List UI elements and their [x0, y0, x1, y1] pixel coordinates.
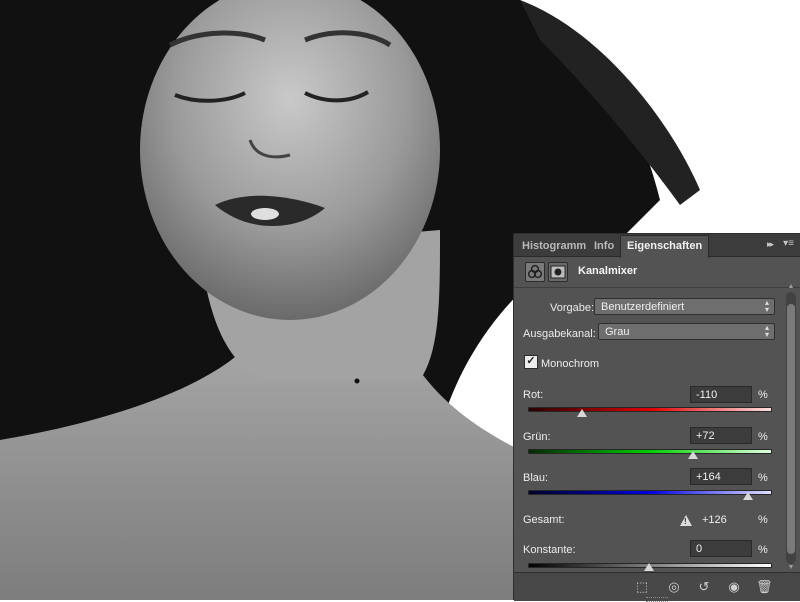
channel-mixer-icon[interactable]	[525, 262, 545, 282]
red-label: Rot:	[523, 389, 544, 401]
reset-icon[interactable]: ↺	[696, 579, 712, 595]
output-channel-select[interactable]: Grau ▴ ▾	[598, 323, 775, 340]
monochrome-label: Monochrom	[541, 358, 600, 370]
output-channel-label: Ausgabekanal:	[523, 328, 596, 340]
red-percent-unit: %	[758, 389, 768, 401]
blue-slider-track[interactable]	[528, 490, 772, 495]
green-slider-thumb[interactable]	[687, 451, 698, 459]
total-value: +126	[702, 514, 727, 526]
preset-select[interactable]: Benutzerdefiniert ▴ ▾	[594, 298, 775, 315]
tab-eigenschaften[interactable]: Eigenschaften	[620, 235, 710, 258]
blue-value-input[interactable]: +164	[690, 468, 752, 485]
scrollbar-thumb[interactable]	[787, 304, 795, 554]
blue-percent-unit: %	[758, 472, 768, 484]
warning-mark: !	[684, 517, 687, 526]
visibility-icon[interactable]: ◉	[726, 579, 742, 595]
total-percent-unit: %	[758, 514, 768, 526]
green-label: Grün:	[523, 431, 551, 443]
properties-header: Kanalmixer	[514, 257, 800, 288]
red-slider-track[interactable]	[528, 407, 772, 412]
blue-label: Blau:	[523, 472, 549, 484]
constant-value-input[interactable]: 0	[690, 540, 752, 557]
select-arrows-icon: ▴ ▾	[764, 298, 769, 314]
panel-bottom-bar: ⬚ ◎ ↺ ◉ 🗑	[514, 572, 800, 602]
total-label: Gesamt:	[523, 514, 565, 526]
panel-scrollbar[interactable]	[786, 292, 796, 564]
view-previous-icon[interactable]: ◎	[666, 579, 682, 595]
tab-histogramm[interactable]: Histogramm	[516, 236, 592, 256]
red-slider-thumb[interactable]	[577, 409, 588, 417]
panel-tab-bar: Histogramm Info Eigenschaften ▸▸ ▾≡	[514, 234, 800, 258]
tab-info[interactable]: Info	[588, 236, 620, 256]
clip-to-layer-icon[interactable]: ⬚	[634, 579, 650, 595]
output-channel-value: Grau	[605, 326, 630, 338]
scroll-down-icon[interactable]: ▼	[786, 564, 796, 572]
constant-slider-thumb[interactable]	[644, 563, 654, 571]
panel-menu-icon[interactable]: ▾≡	[783, 238, 794, 249]
delete-icon[interactable]: 🗑	[756, 579, 773, 595]
adjustment-title: Kanalmixer	[578, 265, 638, 277]
green-slider-track[interactable]	[528, 449, 772, 454]
monochrome-checkbox[interactable]: ✓	[524, 355, 538, 369]
select-arrows-icon: ▴ ▾	[764, 323, 769, 339]
constant-label: Konstante:	[523, 544, 576, 556]
blue-slider-thumb[interactable]	[743, 492, 754, 500]
preset-label: Vorgabe:	[550, 302, 595, 314]
green-percent-unit: %	[758, 431, 768, 443]
collapse-panel-icon[interactable]: ▸▸	[767, 239, 774, 250]
mask-icon[interactable]	[548, 262, 568, 282]
constant-percent-unit: %	[758, 544, 768, 556]
preset-value: Benutzerdefiniert	[601, 301, 685, 313]
scroll-up-icon[interactable]: ▲	[786, 283, 796, 291]
red-value-input[interactable]: -110	[690, 386, 752, 403]
properties-panel: Histogramm Info Eigenschaften ▸▸ ▾≡ Kana…	[514, 234, 800, 602]
green-value-input[interactable]: +72	[690, 427, 752, 444]
